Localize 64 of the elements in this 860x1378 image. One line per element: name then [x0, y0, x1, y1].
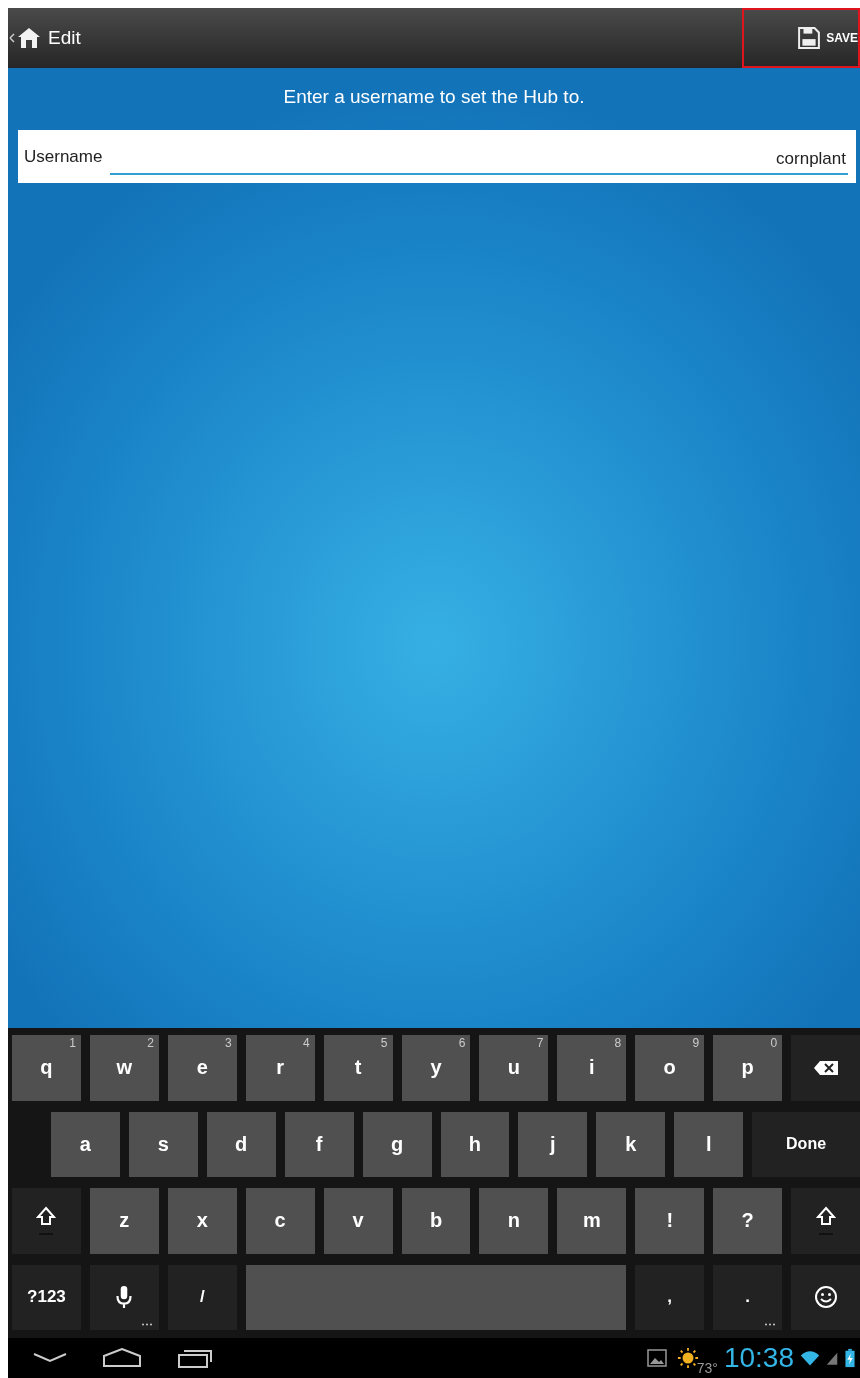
keyboard-key[interactable]: h [440, 1111, 510, 1177]
key-hint: 1 [69, 1036, 76, 1050]
back-button[interactable]: Edit [8, 8, 87, 68]
keyboard-key[interactable]: 7 u [479, 1035, 549, 1101]
key-hint: 6 [458, 1036, 466, 1050]
smiley-icon [813, 1285, 838, 1310]
keyboard-key[interactable]: a [50, 1111, 120, 1177]
keyboard-key[interactable]: 1 q [12, 1035, 81, 1101]
temperature-text: 73° [696, 1360, 718, 1376]
keyboard-key[interactable]: 5 t [323, 1035, 393, 1101]
keyboard-key[interactable]: k [596, 1111, 666, 1177]
home-icon[interactable] [102, 1348, 142, 1368]
key-hint: 7 [536, 1036, 544, 1050]
done-key[interactable]: Done [752, 1111, 860, 1177]
key-hint: 9 [692, 1036, 700, 1050]
shift-key[interactable] [791, 1188, 860, 1254]
key-hint: 5 [380, 1036, 388, 1050]
keyboard-key[interactable]: l [674, 1111, 744, 1177]
username-field[interactable]: Username cornplant [18, 130, 856, 183]
key-hint: 2 [147, 1036, 154, 1050]
keyboard-key[interactable]: c [245, 1188, 315, 1254]
keyboard-key[interactable]: . [713, 1264, 783, 1330]
keyboard-key[interactable]: ? [713, 1188, 783, 1254]
key-hint: 0 [770, 1036, 778, 1050]
keyboard-key[interactable]: 8 i [557, 1035, 627, 1101]
key-hint: 4 [302, 1036, 310, 1050]
keyboard-key[interactable]: 9 o [635, 1035, 705, 1101]
keyboard-key[interactable]: m [557, 1188, 627, 1254]
backspace-key[interactable] [791, 1035, 860, 1101]
field-label: Username [24, 146, 103, 167]
keyboard-key[interactable]: g [362, 1111, 432, 1177]
keyboard-key[interactable]: s [128, 1111, 198, 1177]
keyboard-key[interactable]: 0 p [713, 1035, 783, 1101]
keyboard-key[interactable]: / [167, 1264, 237, 1330]
home-icon [8, 25, 42, 51]
clock-text: 10:38 [723, 1342, 794, 1374]
keyboard-key[interactable]: d [206, 1111, 276, 1177]
keyboard-key[interactable]: 3 e [167, 1035, 237, 1101]
keyboard-key[interactable]: 4 r [245, 1035, 315, 1101]
keyboard-key[interactable]: z [89, 1188, 159, 1254]
keyboard-key[interactable]: b [401, 1188, 471, 1254]
battery-icon [844, 1348, 856, 1368]
save-button[interactable]: SAVE [742, 8, 860, 68]
prompt-text: Enter a username to set the Hub to. [282, 85, 586, 109]
keyboard-key[interactable]: j [518, 1111, 588, 1177]
shift-key[interactable] [12, 1188, 81, 1254]
wifi-icon [800, 1348, 820, 1368]
shift-icon [815, 1205, 836, 1236]
keyboard-key[interactable]: , [635, 1264, 705, 1330]
keyboard-key[interactable]: n [479, 1188, 549, 1254]
keyboard-key[interactable]: 6 y [401, 1035, 471, 1101]
sun-icon [676, 1347, 699, 1369]
keyboard-key[interactable]: x [167, 1188, 237, 1254]
shift-icon [36, 1205, 57, 1236]
keyboard-key[interactable]: 2 w [89, 1035, 159, 1101]
keyboard-key[interactable]: v [323, 1188, 393, 1254]
keyboard-key[interactable]: f [284, 1111, 354, 1177]
keyboard-key[interactable]: ! [635, 1188, 705, 1254]
emoji-key[interactable] [791, 1264, 860, 1330]
keyboard-key[interactable]: ?123 [12, 1264, 81, 1330]
key-hint: 8 [614, 1036, 622, 1050]
image-icon [646, 1348, 667, 1368]
key-hint: 3 [225, 1036, 232, 1050]
microphone-key[interactable] [89, 1264, 159, 1330]
